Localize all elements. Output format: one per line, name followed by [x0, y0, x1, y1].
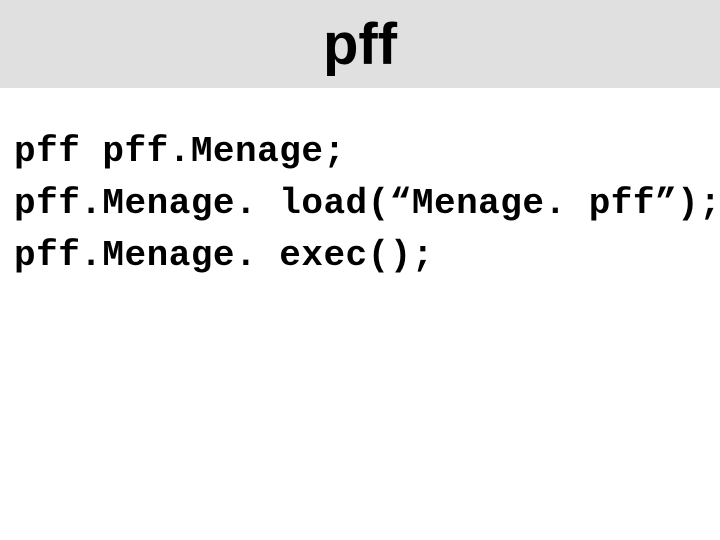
slide: pff pff pff.Menage; pff.Menage. load(“Me… — [0, 0, 720, 540]
title-bar: pff — [0, 0, 720, 88]
slide-title: pff — [323, 11, 397, 78]
code-line-3: pff.Menage. exec(); — [14, 230, 706, 282]
slide-body: pff pff.Menage; pff.Menage. load(“Menage… — [0, 88, 720, 283]
code-line-1: pff pff.Menage; — [14, 126, 706, 178]
code-line-2: pff.Menage. load(“Menage. pff”); — [14, 178, 706, 230]
